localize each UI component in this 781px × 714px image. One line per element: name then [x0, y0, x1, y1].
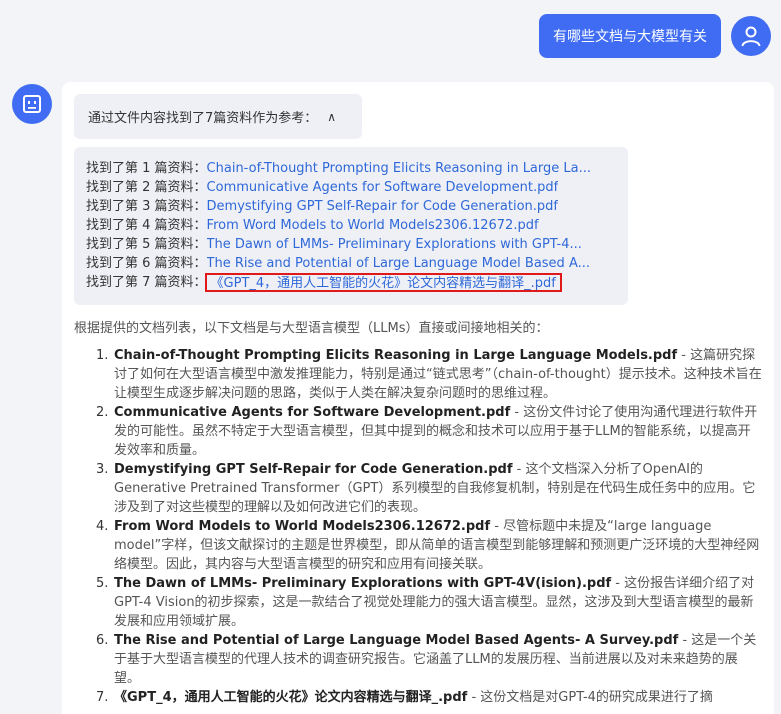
references-list: 找到了第 1 篇资料： Chain-of-Thought Prompting E… [74, 147, 628, 305]
reference-link-highlighted[interactable]: 《GPT_4，通用人工智能的火花》论文内容精选与翻译_.pdf [204, 273, 562, 292]
reference-item: 找到了第 1 篇资料： Chain-of-Thought Prompting E… [86, 159, 616, 178]
user-message-bubble: 有哪些文档与大模型有关 [539, 14, 721, 58]
answer-item: 4. From Word Models to World Models2306.… [96, 517, 762, 574]
answer-body: The Dawn of LMMs- Preliminary Exploratio… [114, 574, 762, 631]
references-toggle-label: 通过文件内容找到了7篇资料作为参考： [88, 111, 318, 126]
answer-body: Communicative Agents for Software Develo… [114, 403, 762, 460]
answer-title: The Rise and Potential of Large Language… [114, 633, 679, 648]
answer-number: 7. [96, 690, 109, 705]
answer-intro: 根据提供的文档列表，以下文档是与大型语言模型（LLMs）直接或间接地相关的： [74, 321, 549, 336]
answer-number: 5. [96, 576, 109, 591]
answer-number: 2. [96, 405, 109, 420]
answer-item: 2. Communicative Agents for Software Dev… [96, 403, 762, 460]
answer-body: From Word Models to World Models2306.126… [114, 517, 762, 574]
bot-message-card: 通过文件内容找到了7篇资料作为参考： ∧ 找到了第 1 篇资料： Chain-o… [62, 82, 774, 714]
user-message-row: 有哪些文档与大模型有关 [539, 14, 771, 58]
reference-prefix: 找到了第 4 篇资料： [86, 218, 207, 233]
reference-prefix: 找到了第 3 篇资料： [86, 199, 207, 214]
answer-title: Communicative Agents for Software Develo… [114, 405, 511, 420]
reference-prefix: 找到了第 5 篇资料： [86, 237, 207, 252]
answer-description: - 这份文档是对GPT-4的研究成果进行了摘 [467, 690, 713, 705]
answer-body: Demystifying GPT Self-Repair for Code Ge… [114, 460, 762, 517]
reference-item: 找到了第 7 篇资料： 《GPT_4，通用人工智能的火花》论文内容精选与翻译_.… [86, 273, 616, 292]
answer-list: 1. Chain-of-Thought Prompting Elicits Re… [96, 346, 762, 707]
answer-title: Chain-of-Thought Prompting Elicits Reaso… [114, 348, 678, 363]
bot-avatar [12, 84, 52, 124]
answer-number: 3. [96, 462, 109, 477]
reference-link[interactable]: From Word Models to World Models2306.126… [207, 216, 539, 235]
answer-number: 6. [96, 633, 109, 648]
reference-link[interactable]: Demystifying GPT Self-Repair for Code Ge… [207, 197, 558, 216]
reference-prefix: 找到了第 1 篇资料： [86, 161, 207, 176]
answer-body: The Rise and Potential of Large Language… [114, 631, 762, 688]
answer-number: 4. [96, 519, 109, 534]
reference-link[interactable]: The Rise and Potential of Large Language… [207, 254, 590, 273]
chevron-up-icon: ∧ [327, 109, 337, 124]
reference-prefix: 找到了第 7 篇资料： [86, 275, 207, 290]
reference-item: 找到了第 6 篇资料： The Rise and Potential of La… [86, 254, 616, 273]
robot-icon [23, 95, 41, 113]
answer-title: 《GPT_4，通用人工智能的火花》论文内容精选与翻译_.pdf [114, 690, 468, 705]
answer-body: 《GPT_4，通用人工智能的火花》论文内容精选与翻译_.pdf - 这份文档是对… [114, 688, 762, 707]
reference-prefix: 找到了第 6 篇资料： [86, 256, 207, 271]
reference-link[interactable]: Chain-of-Thought Prompting Elicits Reaso… [207, 159, 591, 178]
answer-title: From Word Models to World Models2306.126… [114, 519, 491, 534]
user-avatar [731, 16, 771, 56]
chat-view: 有哪些文档与大模型有关 通过文件内容找到了7篇资料作为参考： ∧ 找到了第 1 … [0, 0, 781, 714]
references-toggle[interactable]: 通过文件内容找到了7篇资料作为参考： ∧ [74, 94, 362, 139]
answer-title: Demystifying GPT Self-Repair for Code Ge… [114, 462, 513, 477]
answer-item: 6. The Rise and Potential of Large Langu… [96, 631, 762, 688]
user-icon [741, 26, 761, 47]
reference-item: 找到了第 5 篇资料： The Dawn of LMMs- Preliminar… [86, 235, 616, 254]
answer-item: 7. 《GPT_4，通用人工智能的火花》论文内容精选与翻译_.pdf - 这份文… [96, 688, 762, 707]
answer-item: 1. Chain-of-Thought Prompting Elicits Re… [96, 346, 762, 403]
answer-item: 5. The Dawn of LMMs- Preliminary Explora… [96, 574, 762, 631]
answer-item: 3. Demystifying GPT Self-Repair for Code… [96, 460, 762, 517]
reference-item: 找到了第 3 篇资料： Demystifying GPT Self-Repair… [86, 197, 616, 216]
answer-title: The Dawn of LMMs- Preliminary Exploratio… [114, 576, 612, 591]
reference-link[interactable]: The Dawn of LMMs- Preliminary Exploratio… [207, 235, 582, 254]
reference-link[interactable]: Communicative Agents for Software Develo… [207, 178, 559, 197]
answer-body: Chain-of-Thought Prompting Elicits Reaso… [114, 346, 762, 403]
reference-item: 找到了第 2 篇资料： Communicative Agents for Sof… [86, 178, 616, 197]
answer-number: 1. [96, 348, 109, 363]
reference-prefix: 找到了第 2 篇资料： [86, 180, 207, 195]
reference-item: 找到了第 4 篇资料： From Word Models to World Mo… [86, 216, 616, 235]
